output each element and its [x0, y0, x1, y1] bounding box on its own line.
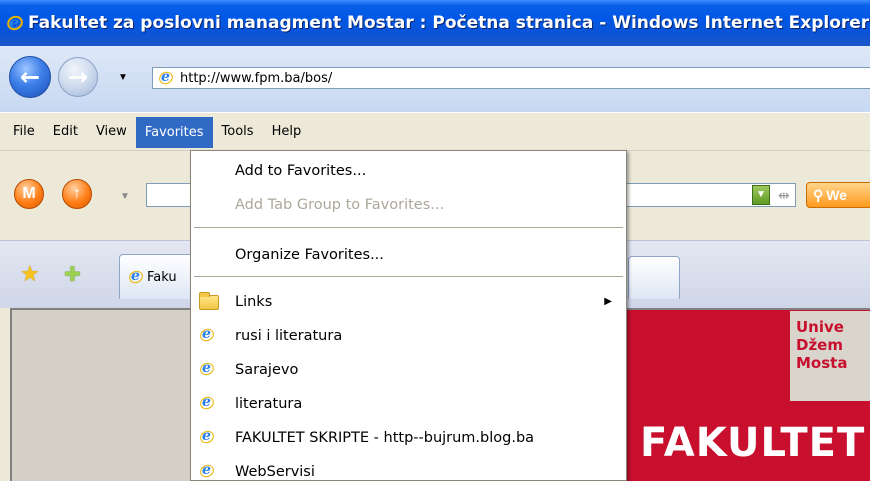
ie-page-icon: e: [198, 394, 216, 412]
title-bar[interactable]: e Fakultet za poslovni managment Mostar …: [0, 0, 870, 46]
left-frame-edge: [0, 308, 10, 481]
ie-page-icon: e: [198, 428, 216, 446]
ie-page-icon: e: [198, 326, 216, 344]
add-tab-group-label: Add Tab Group to Favorites...: [235, 196, 445, 213]
favorites-item-links[interactable]: Links ▶: [191, 285, 626, 318]
toolbar-up-button[interactable]: ↑: [62, 179, 92, 209]
address-url[interactable]: http://www.fpm.ba/bos/: [180, 71, 332, 86]
university-line-2: Džem: [796, 336, 843, 354]
menu-help[interactable]: Help: [263, 119, 311, 144]
menu-bar: File Edit View Favorites Tools Help: [0, 112, 870, 150]
web-search-button[interactable]: ⚲ We: [806, 182, 870, 208]
favorites-item-label: Sarajevo: [235, 361, 299, 378]
ie-page-icon: e: [198, 462, 216, 480]
web-search-label: We: [826, 187, 848, 203]
favorites-item-label: Links: [235, 293, 273, 310]
search-combo-dropdown[interactable]: ▼: [752, 185, 770, 205]
recent-pages-dropdown-icon[interactable]: ▼: [118, 72, 128, 83]
page-icon: e: [157, 69, 175, 87]
tab-current[interactable]: e Faku: [119, 254, 199, 299]
address-toolbar: ← → ▼ e http://www.fpm.ba/bos/: [0, 46, 870, 112]
favorites-item[interactable]: e WebServisi: [191, 455, 626, 481]
add-to-favorites-item[interactable]: Add to Favorites...: [191, 154, 626, 187]
menu-tools[interactable]: Tools: [213, 119, 263, 144]
add-to-favorites-label: Add to Favorites...: [235, 162, 367, 179]
menu-edit[interactable]: Edit: [44, 119, 87, 144]
favorites-item-label: literatura: [235, 395, 303, 412]
ie-page-icon: e: [198, 360, 216, 378]
back-button[interactable]: ←: [9, 56, 51, 98]
favorites-item-label: WebServisi: [235, 463, 315, 480]
new-tab-button[interactable]: [628, 256, 680, 299]
university-line-1: Unive: [796, 318, 844, 336]
menu-separator: [194, 227, 623, 229]
favorites-item-label: FAKULTET SKRIPTE - http--bujrum.blog.ba: [235, 429, 535, 446]
favorites-item[interactable]: e rusi i literatura: [191, 319, 626, 352]
banner-title: FAKULTET: [640, 420, 866, 466]
menu-view[interactable]: View: [87, 119, 136, 144]
add-favorites-icon[interactable]: ✚: [64, 262, 81, 287]
favorites-item-label: rusi i literatura: [235, 327, 343, 344]
folder-icon: [199, 292, 219, 310]
favorites-item[interactable]: e Sarajevo: [191, 353, 626, 386]
organize-favorites-item[interactable]: Organize Favorites...: [191, 238, 626, 271]
search-icon: ⚲: [813, 186, 824, 203]
favorites-item[interactable]: e literatura: [191, 387, 626, 420]
tab-ie-icon: e: [127, 268, 145, 286]
add-tab-group-item: Add Tab Group to Favorites...: [191, 188, 626, 221]
favorites-item[interactable]: e FAKULTET SKRIPTE - http--bujrum.blog.b…: [191, 421, 626, 454]
ie-logo-icon: e: [4, 13, 26, 33]
favorites-menu: Add to Favorites... Add Tab Group to Fav…: [190, 150, 627, 481]
university-line-3: Mosta: [796, 354, 848, 372]
back-arrow-icon: ←: [19, 63, 41, 91]
menu-separator: [194, 276, 623, 278]
forward-arrow-icon: →: [67, 63, 89, 91]
menu-file[interactable]: File: [4, 119, 44, 144]
tab-label: Faku: [147, 269, 177, 285]
menu-favorites[interactable]: Favorites: [135, 117, 213, 148]
favorites-center-star-icon[interactable]: ★: [20, 261, 40, 287]
grip-icon: ⇹: [778, 187, 790, 203]
organize-favorites-label: Organize Favorites...: [235, 246, 384, 263]
forward-button[interactable]: →: [58, 57, 98, 97]
submenu-arrow-icon: ▶: [604, 296, 612, 307]
toolbar-dropdown-icon[interactable]: ▼: [120, 191, 130, 202]
window-title: Fakultet za poslovni managment Mostar : …: [28, 13, 870, 33]
address-input[interactable]: e http://www.fpm.ba/bos/: [152, 67, 870, 89]
toolbar-m-button[interactable]: M: [14, 179, 44, 209]
